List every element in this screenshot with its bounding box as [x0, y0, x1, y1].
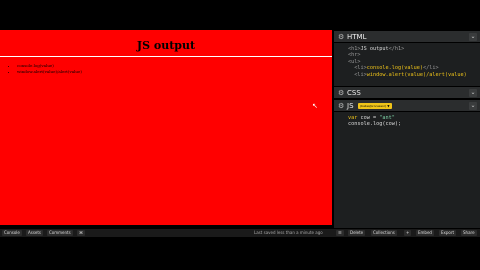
js-editor[interactable]: var cow = "ant" console.log(cow); [334, 112, 480, 228]
gear-icon[interactable]: ⚙ [338, 100, 344, 112]
panel-title: HTML [347, 33, 367, 41]
css-panel-header[interactable]: ⚙ CSS ⌄ [334, 86, 480, 99]
preview-divider [0, 56, 332, 57]
list-item: window.alert(value)/alert(value) [17, 69, 82, 75]
assets-button[interactable]: Assets [26, 230, 44, 236]
js-panel-header[interactable]: ⚙ JS (babel/processor) ▼ ⌄ [334, 99, 480, 112]
editor-column: ⚙ HTML ⌄ <h1>JS output</h1> <hr> <ul> <l… [334, 30, 480, 228]
chevron-down-icon[interactable]: ⌄ [469, 102, 477, 110]
chevron-down-icon[interactable]: ⌄ [469, 89, 477, 97]
delete-button[interactable]: Delete [348, 230, 366, 236]
top-letterbox [0, 0, 480, 30]
panel-title: JS [347, 102, 354, 110]
gear-icon[interactable]: ⚙ [338, 87, 344, 99]
gear-icon[interactable]: ⚙ [338, 31, 344, 43]
export-button[interactable]: Export [439, 230, 457, 236]
comments-button[interactable]: Comments [47, 230, 73, 236]
code-line: console.log(cow); [348, 121, 402, 128]
preprocessor-badge[interactable]: (babel/processor) ▼ [358, 103, 392, 109]
menu-button[interactable]: ☰ [336, 230, 344, 236]
bottom-toolbar: Console Assets Comments ⌘ Last saved les… [0, 229, 480, 237]
shortcuts-button[interactable]: ⌘ [77, 230, 85, 236]
embed-button[interactable]: Embed [416, 230, 434, 236]
preview-heading: JS output [136, 39, 196, 52]
collections-button[interactable]: Collections [371, 230, 397, 236]
panel-title: CSS [347, 89, 361, 97]
code-line: <li>window.alert(value)/alert(value) [348, 71, 467, 78]
save-status: Last saved less than a minute ago [254, 230, 323, 235]
add-to-collection-button[interactable]: + [404, 230, 412, 236]
preview-list: console.log(value) window.alert(value)/a… [0, 63, 82, 75]
console-button[interactable]: Console [2, 230, 22, 236]
mouse-cursor-icon: ↖ [312, 102, 318, 110]
html-editor[interactable]: <h1>JS output</h1> <hr> <ul> <li>console… [334, 44, 480, 88]
output-preview: JS output console.log(value) window.aler… [0, 30, 332, 225]
chevron-down-icon[interactable]: ⌄ [469, 33, 477, 41]
html-panel-header[interactable]: ⚙ HTML ⌄ [334, 30, 480, 43]
share-button[interactable]: Share [461, 230, 477, 236]
